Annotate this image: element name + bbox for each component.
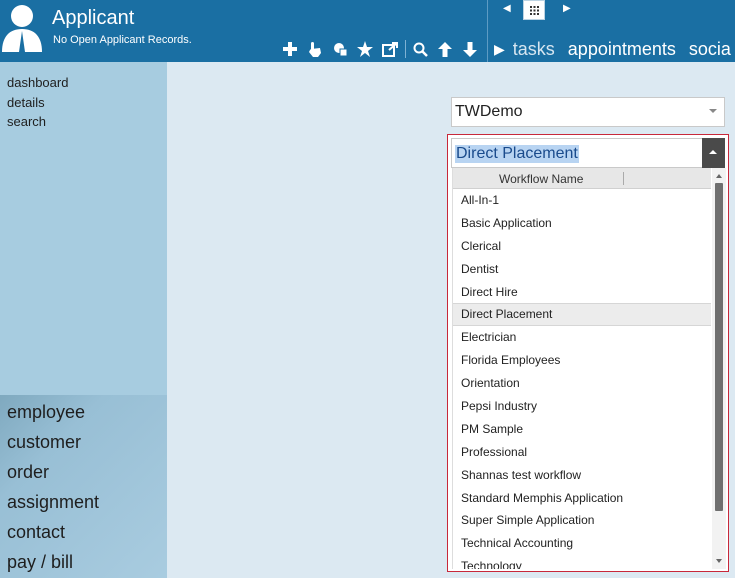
list-item[interactable]: Standard Memphis Application (453, 487, 711, 510)
toolbar-separator (405, 40, 406, 58)
header-divider (487, 0, 488, 62)
list-item[interactable]: Technical Accounting (453, 532, 711, 555)
arrow-down-icon[interactable] (460, 39, 480, 59)
workflow-select[interactable]: Direct Placement (451, 138, 725, 168)
list-item[interactable]: Super Simple Application (453, 509, 711, 532)
applicant-avatar-icon (0, 0, 44, 52)
nav-appointments[interactable]: appointments (568, 39, 676, 60)
copy-icon[interactable] (330, 39, 350, 59)
workflow-options: All-In-1 Basic Application Clerical Dent… (453, 189, 711, 569)
sidebar-section-order[interactable]: order (7, 462, 49, 483)
sidebar-link-search[interactable]: search (7, 112, 68, 132)
list-item[interactable]: Clerical (453, 235, 711, 258)
pointer-icon[interactable] (305, 39, 325, 59)
list-item[interactable]: Professional (453, 441, 711, 464)
next-icon[interactable]: ▶ (563, 3, 571, 14)
list-item[interactable]: Electrician (453, 326, 711, 349)
sidebar-section-customer[interactable]: customer (7, 432, 81, 453)
workflow-dropdown-list[interactable]: Workflow Name All-In-1 Basic Application… (452, 168, 726, 569)
grid-view-icon[interactable] (523, 0, 545, 20)
sidebar-section-employee[interactable]: employee (7, 402, 85, 423)
sidebar-link-dashboard[interactable]: dashboard (7, 73, 68, 93)
previous-icon[interactable]: ◀ (503, 3, 511, 14)
list-item[interactable]: Dentist (453, 258, 711, 281)
list-item[interactable]: PM Sample (453, 418, 711, 441)
company-select[interactable]: TWDemo (451, 97, 725, 127)
nav-tasks[interactable]: tasks (513, 39, 555, 60)
chevron-down-icon (709, 109, 717, 113)
sidebar-link-details[interactable]: details (7, 93, 68, 113)
list-item[interactable]: Direct Hire (453, 281, 711, 304)
search-icon[interactable] (410, 39, 430, 59)
list-item-selected[interactable]: Direct Placement (453, 303, 711, 327)
sidebar-sections: employee customer order assignment conta… (0, 395, 167, 578)
top-nav: ▶ tasks appointments socia (494, 37, 735, 61)
list-item[interactable]: Orientation (453, 372, 711, 395)
sidebar: dashboard details search employee custom… (0, 62, 167, 578)
sidebar-section-pay-bill[interactable]: pay / bill (7, 552, 73, 573)
record-status: No Open Applicant Records. (53, 34, 192, 46)
scrollbar-thumb[interactable] (715, 183, 723, 511)
company-select-value: TWDemo (455, 103, 523, 120)
list-item[interactable]: Shannas test workflow (453, 464, 711, 487)
column-header-label: Workflow Name (499, 172, 584, 186)
sidebar-links: dashboard details search (7, 73, 68, 132)
column-resize-handle[interactable] (623, 172, 624, 185)
workflow-select-value: Direct Placement (455, 145, 579, 163)
scroll-down-icon[interactable] (716, 559, 722, 563)
star-icon[interactable] (355, 39, 375, 59)
chevron-up-icon (709, 150, 717, 154)
list-item[interactable]: All-In-1 (453, 189, 711, 212)
column-header[interactable]: Workflow Name (453, 168, 711, 189)
add-icon[interactable] (280, 39, 300, 59)
nav-social[interactable]: socia (689, 39, 731, 60)
list-scrollbar[interactable] (712, 168, 726, 569)
arrow-up-icon[interactable] (435, 39, 455, 59)
nav-expand-icon[interactable]: ▶ (494, 41, 505, 58)
list-item[interactable]: Florida Employees (453, 349, 711, 372)
sidebar-section-contact[interactable]: contact (7, 522, 65, 543)
list-item[interactable]: Basic Application (453, 212, 711, 235)
external-link-icon[interactable] (380, 39, 400, 59)
scroll-up-icon[interactable] (716, 174, 722, 178)
page-title: Applicant (52, 7, 135, 29)
app-header: Applicant No Open Applicant Records. ◀ ▶… (0, 0, 735, 62)
sidebar-section-assignment[interactable]: assignment (7, 492, 99, 513)
list-item[interactable]: Technology (453, 555, 711, 569)
dropdown-toggle-button[interactable] (702, 138, 725, 168)
toolbar (280, 39, 485, 59)
list-item[interactable]: Pepsi Industry (453, 395, 711, 418)
